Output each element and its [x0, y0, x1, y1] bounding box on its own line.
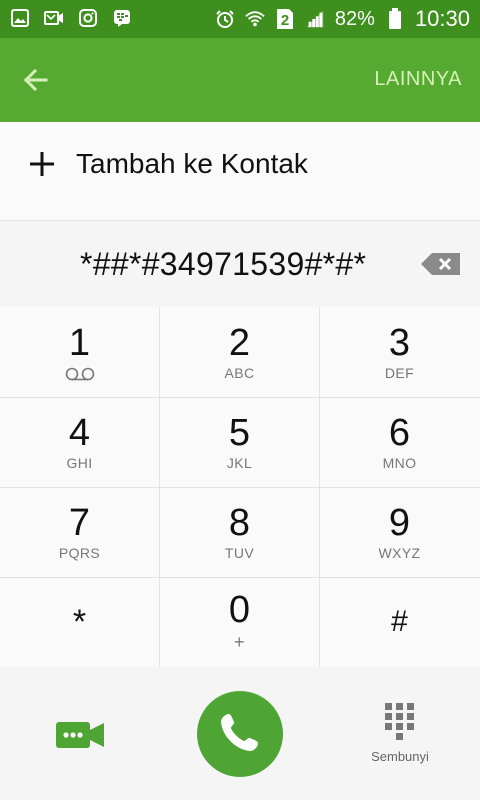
key-letters: JKL: [226, 454, 253, 471]
notification-icons: [10, 8, 132, 28]
keypad-divider: [0, 397, 480, 398]
key-digit: #: [391, 604, 408, 638]
bottom-actions: Sembunyi: [0, 667, 480, 800]
add-to-contacts-label: Tambah ke Kontak: [76, 148, 308, 179]
key-letters: ABC: [224, 364, 255, 381]
plus-icon: [28, 150, 56, 178]
app-bar: LAINNYA: [0, 38, 480, 122]
key-letters: TUV: [224, 544, 255, 561]
dialed-number-display: *##*#34971539#*#*: [0, 221, 480, 308]
key-digit: 1: [68, 321, 91, 364]
gallery-icon: [10, 8, 30, 28]
key-1[interactable]: 1: [0, 307, 159, 396]
key-letters: +: [234, 632, 245, 652]
wifi-icon: [245, 9, 265, 29]
keypad-divider: [0, 487, 480, 488]
key-4[interactable]: 4 GHI: [0, 397, 159, 486]
key-letters: GHI: [66, 454, 93, 471]
sim-slot-number: 2: [281, 12, 289, 29]
key-letters: WXYZ: [378, 544, 421, 561]
hide-keypad-button[interactable]: Sembunyi: [360, 703, 440, 764]
more-options-button[interactable]: LAINNYA: [374, 68, 462, 91]
key-5[interactable]: 5 JKL: [160, 397, 319, 486]
key-digit: 2: [228, 321, 251, 364]
key-6[interactable]: 6 MNO: [320, 397, 479, 486]
signal-icon: [305, 9, 325, 29]
key-digit: 9: [388, 501, 411, 544]
back-arrow-icon[interactable]: [18, 62, 54, 98]
key-7[interactable]: 7 PQRS: [0, 487, 159, 576]
key-letters: DEF: [384, 364, 415, 381]
dialed-number: *##*#34971539#*#*: [80, 246, 367, 282]
key-9[interactable]: 9 WXYZ: [320, 487, 479, 576]
clock: 10:30: [414, 6, 470, 31]
key-hash[interactable]: #: [320, 577, 479, 666]
battery-percent: 82%: [334, 7, 375, 30]
key-digit: 6: [388, 411, 411, 454]
key-3[interactable]: 3 DEF: [320, 307, 479, 396]
status-bar: 2 82% 10:30: [0, 0, 480, 38]
battery-icon: [385, 8, 405, 29]
instagram-icon: [78, 8, 98, 28]
key-letters: MNO: [382, 454, 417, 471]
bbm-icon: [112, 8, 132, 28]
key-digit: 5: [228, 411, 251, 454]
call-button[interactable]: [197, 691, 283, 777]
missed-video-icon: [44, 8, 64, 28]
key-digit: 0: [228, 589, 251, 631]
backspace-icon[interactable]: [420, 252, 462, 276]
system-indicators: 2 82% 10:30: [215, 0, 470, 38]
keypad-grid-icon: [385, 703, 415, 741]
key-letters: PQRS: [58, 544, 101, 561]
hide-keypad-label: Sembunyi: [371, 749, 429, 764]
key-0[interactable]: 0 +: [160, 577, 319, 666]
key-digit: 4: [68, 411, 91, 454]
key-star[interactable]: *: [0, 577, 159, 666]
key-8[interactable]: 8 TUV: [160, 487, 319, 576]
add-to-contacts-row[interactable]: Tambah ke Kontak: [0, 122, 480, 222]
keypad-divider: [0, 577, 480, 578]
key-2[interactable]: 2 ABC: [160, 307, 319, 396]
key-digit: 7: [68, 501, 91, 544]
sim2-icon: 2: [275, 9, 295, 29]
key-digit: *: [72, 602, 87, 641]
video-call-icon[interactable]: [56, 721, 106, 749]
alarm-icon: [215, 9, 235, 29]
key-digit: 3: [388, 321, 411, 364]
key-digit: 8: [228, 501, 251, 544]
phone-icon: [218, 710, 262, 759]
voicemail-icon: [64, 367, 96, 381]
